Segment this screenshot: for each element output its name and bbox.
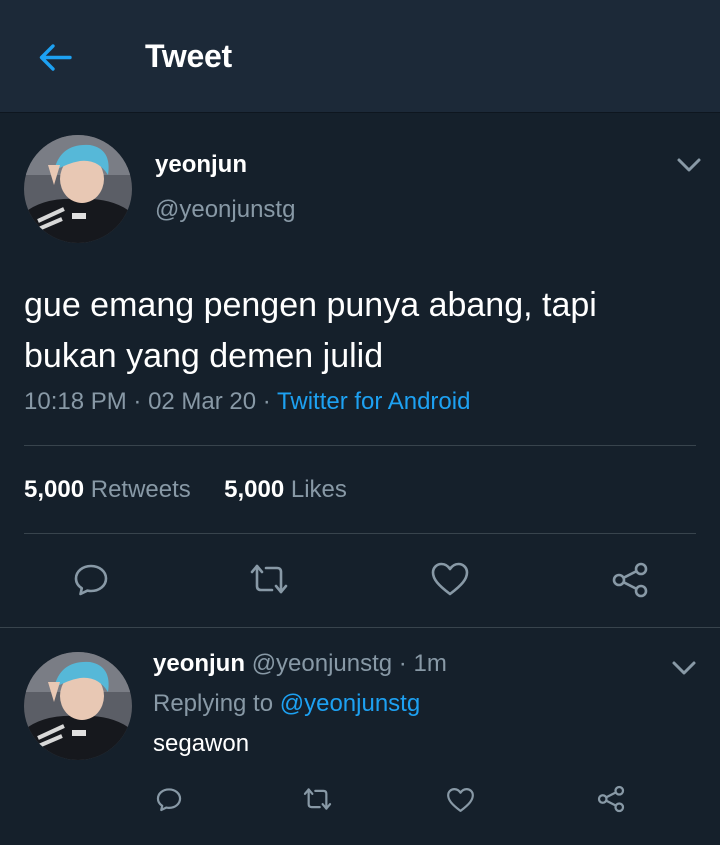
divider [24,533,696,534]
page-title: Tweet [145,38,232,74]
tweet-meta: 10:18 PM · 02 Mar 20 · Twitter for Andro… [24,388,470,416]
tweet-date: 02 Mar 20 [148,388,257,415]
replying-to-handle-link[interactable]: @yeonjunstg [280,690,420,717]
retweet-button[interactable] [302,785,333,813]
separator: · [126,388,149,415]
likes-stat[interactable]: 5,000 Likes [224,476,347,503]
avatar-image [24,135,132,243]
author-name[interactable]: yeonjun [155,151,247,179]
likes-count: 5,000 [224,476,285,503]
separator: · [392,650,414,677]
reply-button[interactable] [155,785,183,813]
tweet-time: 10:18 PM [24,388,127,415]
like-icon [447,788,474,812]
like-icon [431,562,469,596]
tweet-source-link[interactable]: Twitter for Android [277,388,470,415]
likes-label: Likes [290,476,347,503]
top-app-bar: Tweet [0,0,720,113]
reply-author-name[interactable]: yeonjun [153,650,245,677]
retweets-stat[interactable]: 5,000 Retweets [24,476,191,503]
avatar-image [24,652,132,760]
reply-header: yeonjun @yeonjunstg · 1m [153,650,447,678]
like-button[interactable] [430,560,470,598]
retweets-label: Retweets [90,476,191,503]
tweet-stats: 5,000 Retweets 5,000 Likes [24,476,347,504]
author-handle[interactable]: @yeonjunstg [155,196,295,224]
replying-prefix: Replying to [153,690,280,717]
like-button[interactable] [446,786,475,814]
reply-author-handle[interactable]: @yeonjunstg [252,650,392,677]
chevron-down-icon [677,158,701,172]
divider [24,445,696,446]
retweets-count: 5,000 [24,476,85,503]
tweet-text-line: bukan yang demen julid [24,337,384,375]
tweet-text-line: gue emang pengen punya abang, tapi [24,286,597,324]
avatar[interactable] [24,652,132,760]
divider [0,627,720,628]
share-button[interactable] [610,560,650,600]
retweet-icon [303,788,332,810]
back-button[interactable] [36,38,76,78]
share-icon [597,785,625,813]
retweet-button[interactable] [248,560,290,598]
reply-icon [74,564,108,596]
avatar[interactable] [24,135,132,243]
reply-time: 1m [413,650,447,677]
separator: · [256,388,278,415]
replying-to: Replying to @yeonjunstg [153,690,420,718]
reply-icon [156,788,182,812]
reply-button[interactable] [72,560,110,598]
share-button[interactable] [596,784,626,814]
reply-menu-button[interactable] [670,658,698,678]
share-icon [612,562,648,598]
tweet-text: gue emang pengen punya abang, tapi bukan… [24,280,704,382]
retweet-icon [250,564,288,594]
tweet-menu-button[interactable] [675,155,703,175]
reply-text: segawon [153,730,250,757]
arrow-left-icon [39,44,72,71]
chevron-down-icon [672,661,696,675]
